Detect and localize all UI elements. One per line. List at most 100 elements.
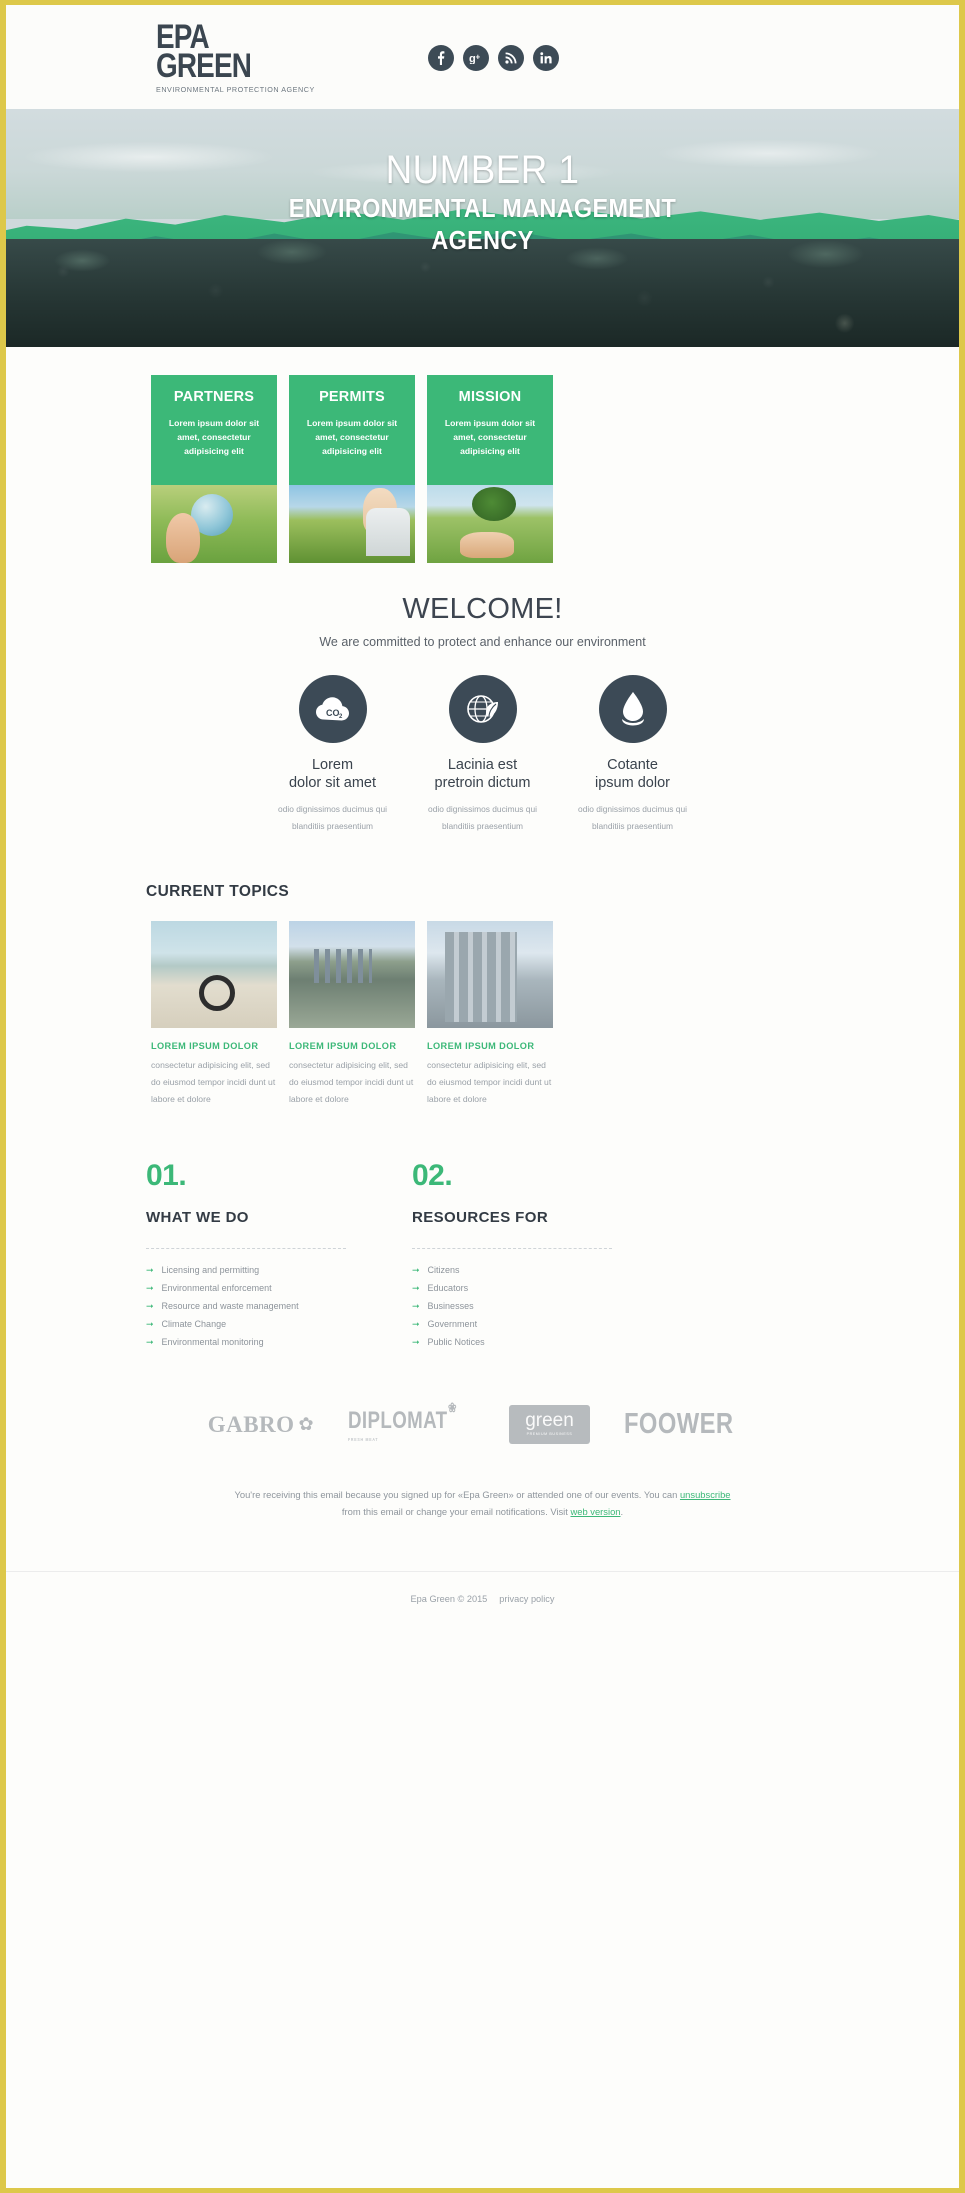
web-version-link[interactable]: web version (570, 1506, 620, 1517)
privacy-policy-link[interactable]: privacy policy (499, 1594, 554, 1604)
topic-title[interactable]: LOREM IPSUM DOLOR (427, 1041, 553, 1051)
current-topics-heading: CURRENT TOPICS (146, 883, 290, 900)
feature-water: Cotante ipsum dolor odio dignissimos duc… (569, 675, 697, 835)
feature-title: Lacinia est pretroin dictum (419, 757, 547, 792)
list-item-label: Government (427, 1319, 478, 1330)
column-heading: RESOURCES FOR (412, 1209, 549, 1227)
topic-title[interactable]: LOREM IPSUM DOLOR (289, 1041, 415, 1051)
globe-leaf-icon (448, 675, 517, 743)
pinwheel-icon: ✿ (298, 1414, 314, 1435)
list-item-label: Environmental monitoring (161, 1337, 264, 1348)
diplomat-logo[interactable]: DIPLOMAT FRESH MEAT ❀ (348, 1400, 476, 1442)
skyscrapers-photo (427, 921, 553, 1028)
foower-logo[interactable]: FOOWER (624, 1408, 758, 1441)
feature-cards: PARTNERS Lorem ipsum dolor sit amet, con… (6, 375, 959, 563)
column-what-we-do: 01. WHAT WE DO ➞ Licensing and permitting… (146, 1159, 346, 1355)
card-text: Lorem ipsum dolor sit amet, consectetur … (306, 418, 398, 456)
divider (412, 1248, 612, 1250)
feature-title-line1: Lacinia est (447, 757, 518, 773)
feature-title-line1: Lorem (311, 757, 354, 773)
column-resources-for: 02. RESOURCES FOR ➞ Citizens ➞ Educators ➞… (412, 1159, 612, 1355)
hero-subtitle-line1: ENVIRONMENTAL MANAGEMENT (288, 193, 677, 223)
list-item[interactable]: ➞ Environmental monitoring (146, 1337, 346, 1347)
list-item[interactable]: ➞ Public Notices (412, 1337, 612, 1347)
card-body: PERMITS Lorem ipsum dolor sit amet, cons… (289, 375, 415, 485)
hero-text: NUMBER 1 ENVIRONMENTAL MANAGEMENT AGENCY (6, 149, 959, 255)
arrow-icon: ➞ (146, 1265, 154, 1276)
unsubscribe-link[interactable]: unsubscribe (680, 1489, 731, 1500)
leaf-icon: ❀ (447, 1400, 457, 1416)
card-permits[interactable]: PERMITS Lorem ipsum dolor sit amet, cons… (289, 375, 415, 563)
feature-icons-row: CO 2 Lorem dolor sit amet odio dignissim… (6, 675, 959, 835)
list-item[interactable]: ➞ Citizens (412, 1265, 612, 1275)
welcome-subtitle: We are committed to protect and enhance … (319, 635, 646, 649)
list-item[interactable]: ➞ Environmental enforcement (146, 1283, 346, 1293)
logo-line-green: GREEN (156, 46, 252, 85)
copyright-text: Epa Green © 2015 (410, 1593, 488, 1604)
topic-text: consectetur adipisicing elit, sed do eiu… (427, 1060, 552, 1104)
feature-desc: odio dignissimos ducimus qui blanditiis … (569, 801, 697, 835)
footer-note-part3: . (620, 1506, 624, 1518)
feature-title: Lorem dolor sit amet (269, 757, 397, 792)
linkedin-icon[interactable] (533, 45, 559, 71)
card-title: PERMITS (319, 389, 385, 405)
svg-text:+: + (475, 53, 480, 62)
footer-note-part2: from this email or change your email not… (341, 1506, 571, 1518)
green-logo-sub: PREMIUM BUSINESS (526, 1432, 573, 1437)
numbered-columns: 01. WHAT WE DO ➞ Licensing and permitting… (6, 1159, 959, 1355)
welcome-section: WELCOME! We are committed to protect and… (6, 593, 959, 649)
current-topics-section: CURRENT TOPICS LOREM IPSUM DOLOR consect… (6, 883, 959, 1107)
arrow-icon: ➞ (146, 1301, 154, 1312)
divider (146, 1248, 346, 1250)
list-item[interactable]: ➞ Businesses (412, 1301, 612, 1311)
topic-item[interactable]: LOREM IPSUM DOLOR consectetur adipisicin… (427, 921, 553, 1107)
column-number: 02. (412, 1159, 453, 1193)
facebook-icon[interactable] (428, 45, 454, 71)
feature-desc-line1: odio dignissimos ducimus qui (278, 804, 387, 815)
list-item[interactable]: ➞ Resource and waste management (146, 1301, 346, 1311)
email-page: EPA GREEN ENVIRONMENTAL PROTECTION AGENC… (0, 0, 965, 2193)
topic-text: consectetur adipisicing elit, sed do eiu… (151, 1060, 276, 1104)
rss-icon[interactable] (498, 45, 524, 71)
hand-holding-globe-photo (151, 485, 277, 563)
list-item[interactable]: ➞ Climate Change (146, 1319, 346, 1329)
card-partners[interactable]: PARTNERS Lorem ipsum dolor sit amet, con… (151, 375, 277, 563)
topic-item[interactable]: LOREM IPSUM DOLOR consectetur adipisicin… (289, 921, 415, 1107)
foower-logo-text: FOOWER (623, 1408, 734, 1441)
list-item-label: Educators (427, 1283, 469, 1294)
hero-banner: NUMBER 1 ENVIRONMENTAL MANAGEMENT AGENCY (6, 109, 959, 347)
arrow-icon: ➞ (412, 1301, 420, 1312)
gabro-logo[interactable]: GABRO ✿ (208, 1412, 314, 1438)
feature-title-line2: pretroin dictum (434, 774, 531, 791)
list-item[interactable]: ➞ Government (412, 1319, 612, 1329)
list-item[interactable]: ➞ Licensing and permitting (146, 1265, 346, 1275)
topic-title[interactable]: LOREM IPSUM DOLOR (151, 1041, 277, 1051)
topic-text: consectetur adipisicing elit, sed do eiu… (289, 1060, 414, 1104)
column-number: 01. (146, 1159, 187, 1193)
card-mission[interactable]: MISSION Lorem ipsum dolor sit amet, cons… (427, 375, 553, 563)
logo[interactable]: EPA GREEN ENVIRONMENTAL PROTECTION AGENC… (156, 20, 321, 94)
list-item-label: Resource and waste management (161, 1301, 299, 1312)
feature-desc-line2: blanditiis praesentium (441, 821, 523, 832)
topics-grid: LOREM IPSUM DOLOR consectetur adipisicin… (146, 921, 819, 1107)
list-item[interactable]: ➞ Educators (412, 1283, 612, 1293)
arrow-icon: ➞ (412, 1283, 420, 1294)
feature-globe: Lacinia est pretroin dictum odio digniss… (419, 675, 547, 835)
beach-with-tire-photo (151, 921, 277, 1028)
social-links: g + (428, 45, 559, 71)
green-logo[interactable]: green PREMIUM BUSINESS (509, 1405, 590, 1444)
feature-desc-line1: odio dignissimos ducimus qui (428, 804, 537, 815)
list-item-label: Climate Change (161, 1319, 227, 1330)
card-title: PARTNERS (173, 389, 255, 405)
google-plus-icon[interactable]: g + (463, 45, 489, 71)
polluted-river-city-photo (289, 921, 415, 1028)
feature-co2: CO 2 Lorem dolor sit amet odio dignissim… (269, 675, 397, 835)
list-item-label: Environmental enforcement (161, 1283, 272, 1294)
list-item-label: Licensing and permitting (161, 1265, 260, 1276)
list-item-label: Businesses (427, 1301, 474, 1312)
footer-note: You're receiving this email because you … (6, 1486, 959, 1521)
topic-item[interactable]: LOREM IPSUM DOLOR consectetur adipisicin… (151, 921, 277, 1107)
bottom-bar: Epa Green © 2015 privacy policy (6, 1570, 959, 1630)
arrow-icon: ➞ (146, 1319, 154, 1330)
site-header: EPA GREEN ENVIRONMENTAL PROTECTION AGENC… (6, 5, 959, 109)
